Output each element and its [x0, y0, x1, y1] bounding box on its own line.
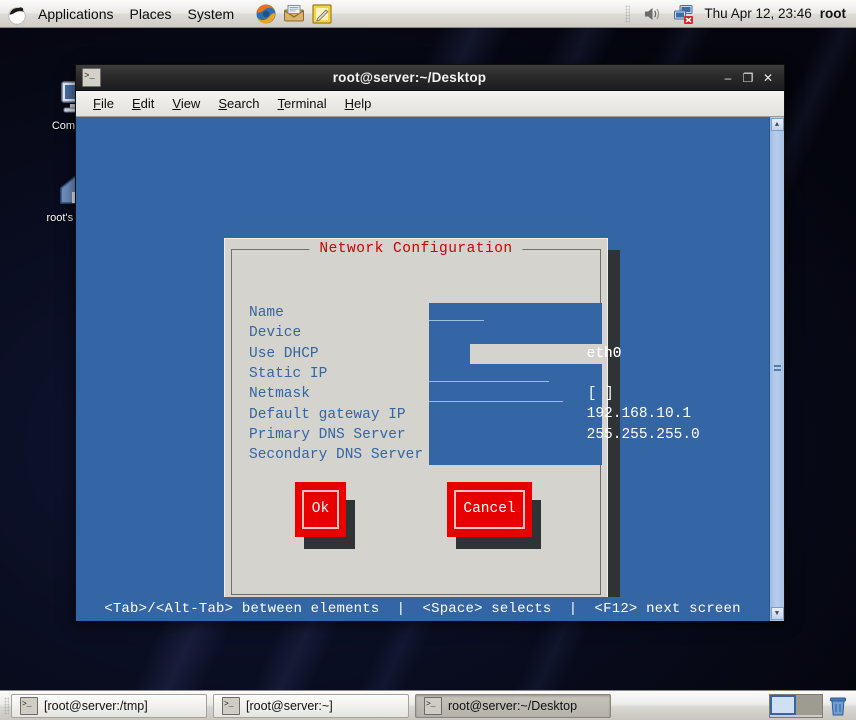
scrollbar-up-arrow[interactable]: ▲ [770, 118, 784, 131]
field-netmask-label: Netmask [249, 386, 310, 403]
scrollbar-grip[interactable] [774, 365, 781, 374]
ok-button[interactable]: Ok [295, 482, 346, 537]
scrollbar-down-arrow[interactable]: ▼ [770, 607, 784, 620]
terminal-titlebar[interactable]: root@server:~/Desktop – ❐ ✕ [76, 65, 784, 91]
field-static-ip-label: Static IP [249, 366, 328, 383]
menu-edit[interactable]: Edit [123, 94, 163, 114]
taskbar-item-desktop-label: root@server:~/Desktop [448, 698, 578, 713]
tui-status-bar: <Tab>/<Alt-Tab> between elements | <Spac… [76, 597, 769, 621]
applications-menu[interactable]: Applications [30, 2, 122, 26]
terminal-scrollbar[interactable]: ▲ ▼ [769, 117, 784, 621]
clock[interactable]: Thu Apr 12, 23:46 [704, 6, 811, 21]
taskbar-right-area [769, 693, 852, 718]
text-editor-launcher-icon[interactable] [310, 2, 334, 26]
cancel-button[interactable]: Cancel [447, 482, 532, 537]
field-name-input[interactable]: eth0 [429, 303, 621, 362]
terminal-icon [82, 68, 101, 87]
field-use-dhcp-value: [ ] [587, 386, 614, 403]
field-device-value: eth0 [586, 345, 622, 362]
field-primary-dns-row[interactable]: Primary DNS Server [249, 424, 602, 446]
workspace-1[interactable] [770, 694, 796, 715]
field-netmask-input[interactable]: 255.255.255.0 [429, 384, 700, 443]
volume-speaker-icon[interactable] [640, 3, 664, 25]
terminal-icon [222, 696, 240, 715]
network-form: Name eth0 Device eth0 Use DHCP [] Stati… [249, 303, 700, 466]
field-netmask-value: 255.255.255.0 [586, 426, 700, 443]
field-use-dhcp-checkbox[interactable]: [ ] [429, 343, 614, 402]
taskbar-item-home[interactable]: [root@server:~] [213, 693, 409, 718]
trash-icon[interactable] [828, 695, 848, 717]
panel-launchers [254, 2, 334, 26]
network-disconnected-icon[interactable] [672, 3, 696, 25]
field-name-row[interactable]: Name eth0 [249, 303, 621, 362]
places-menu[interactable]: Places [122, 2, 180, 26]
panel-grip [625, 4, 631, 23]
taskbar-item-tmp-label: [root@server:/tmp] [44, 698, 148, 713]
system-menu[interactable]: System [180, 2, 243, 26]
field-use-dhcp-label: Use DHCP [249, 345, 319, 362]
evolution-mail-launcher-icon[interactable] [282, 2, 306, 26]
close-button[interactable]: ✕ [758, 68, 778, 88]
field-use-dhcp-row[interactable]: Use DHCP [ ] [249, 343, 614, 402]
network-configuration-dialog[interactable]: Network Configuration Name eth0 Device e… [224, 238, 700, 603]
terminal-screen[interactable]: Network Configuration Name eth0 Device e… [76, 117, 784, 621]
field-device-row[interactable]: Device eth0 [249, 323, 621, 362]
menu-file[interactable]: File [84, 94, 123, 114]
top-panel: Applications Places System Thu Apr 12, 2… [0, 0, 856, 28]
field-device-input[interactable]: eth0 [429, 323, 621, 362]
tui-canvas: Network Configuration Name eth0 Device e… [76, 117, 769, 621]
cancel-button-wrap: Cancel [447, 482, 541, 549]
minimize-button[interactable]: – [718, 68, 738, 88]
field-name-label: Name [249, 305, 284, 322]
field-default-gateway-row[interactable]: Default gateway IP [249, 404, 602, 442]
cancel-button-label: Cancel [463, 501, 516, 517]
taskbar-item-desktop[interactable]: root@server:~/Desktop [415, 693, 611, 718]
field-primary-dns-input[interactable] [429, 424, 602, 446]
taskbar-grip [4, 696, 9, 715]
dialog-frame: Network Configuration Name eth0 Device e… [231, 241, 700, 595]
dialog-button-row: Ok Cancel [232, 482, 600, 562]
menu-view[interactable]: View [163, 94, 209, 114]
menu-help[interactable]: Help [336, 94, 381, 114]
firefox-launcher-icon[interactable] [254, 2, 278, 26]
user-menu[interactable]: root [820, 6, 846, 21]
field-default-gateway-input[interactable] [429, 404, 602, 442]
field-primary-dns-label: Primary DNS Server [249, 426, 406, 443]
maximize-button[interactable]: ❐ [738, 68, 758, 88]
dialog-title: Network Configuration [309, 241, 523, 257]
field-static-ip-input[interactable]: 192.168.10.1 [429, 363, 691, 422]
field-secondary-dns-row[interactable]: Secondary DNS Server [249, 445, 602, 466]
taskbar-item-tmp[interactable]: [root@server:/tmp] [11, 693, 207, 718]
menu-search[interactable]: Search [209, 94, 268, 114]
field-static-ip-row[interactable]: Static IP 192.168.10.1 [249, 363, 691, 422]
taskbar-item-home-label: [root@server:~] [246, 698, 333, 713]
field-device-label: Device [249, 325, 302, 342]
terminal-window[interactable]: root@server:~/Desktop – ❐ ✕ File Edit Vi… [75, 64, 785, 621]
field-default-gateway-label: Default gateway IP [249, 406, 406, 423]
terminal-menubar: File Edit View Search Terminal Help [76, 91, 784, 117]
field-secondary-dns-label: Secondary DNS Server [249, 447, 424, 464]
field-netmask-row[interactable]: Netmask 255.255.255.0 [249, 384, 700, 443]
workspace-2[interactable] [796, 694, 822, 715]
workspace-switcher[interactable] [769, 693, 823, 718]
desktop-background: Computer root's Home Applications Places… [0, 0, 856, 720]
ok-button-label: Ok [311, 501, 330, 517]
taskbar: [root@server:/tmp] [root@server:~] root@… [0, 690, 856, 720]
field-static-ip-value: 192.168.10.1 [586, 406, 692, 423]
menu-terminal[interactable]: Terminal [269, 94, 336, 114]
redhat-logo-icon[interactable] [6, 3, 28, 25]
terminal-title: root@server:~/Desktop [332, 70, 487, 85]
ok-button-wrap: Ok [295, 482, 355, 549]
panel-status-area: Thu Apr 12, 23:46 root [625, 3, 856, 25]
terminal-icon [20, 696, 38, 715]
terminal-icon [424, 696, 442, 715]
field-secondary-dns-input[interactable] [429, 445, 602, 466]
